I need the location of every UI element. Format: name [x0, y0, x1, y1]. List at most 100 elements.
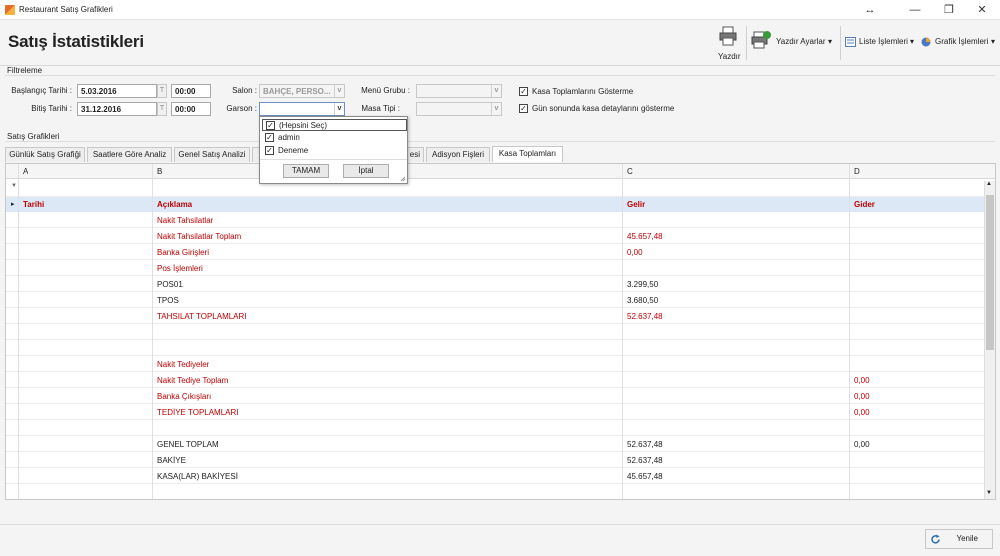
- chevron-down-icon: v: [491, 85, 501, 97]
- refresh-label: Yenile: [956, 534, 978, 543]
- scroll-down-icon[interactable]: ▼: [986, 490, 992, 496]
- start-time-input[interactable]: 00:00: [171, 84, 211, 98]
- table-row[interactable]: POS01 3.299,50: [6, 276, 986, 292]
- grid-line: [152, 164, 153, 499]
- table-type-select[interactable]: v: [416, 102, 502, 116]
- cancel-button[interactable]: İptal: [343, 164, 389, 178]
- end-date-today-button[interactable]: T: [157, 102, 167, 116]
- divider: [5, 75, 995, 76]
- divider: [0, 524, 1000, 525]
- end-date-input[interactable]: 31.12.2016: [77, 102, 157, 116]
- table-row[interactable]: BAKİYE 52.637,48: [6, 452, 986, 468]
- garson-select[interactable]: v: [259, 102, 345, 116]
- chart-ops-label: Grafik İşlemleri: [935, 37, 989, 46]
- printer-settings-icon: [751, 31, 771, 49]
- filter-row[interactable]: [6, 180, 986, 197]
- chevron-down-icon: v: [334, 85, 344, 97]
- table-cell-b: Pos İşlemleri: [157, 264, 203, 273]
- chevron-down-icon: ▾: [828, 37, 833, 46]
- table-row[interactable]: GENEL TOPLAM 52.637,48 0,00: [6, 436, 986, 452]
- menu-group-label: Menü Grubu :: [361, 86, 410, 95]
- table-cell-c: 52.637,48: [627, 440, 663, 449]
- filter-section-label: Filtreleme: [7, 66, 43, 75]
- table-cell-c: 0,00: [627, 248, 643, 257]
- dropdown-item-label: admin: [278, 133, 300, 142]
- dropdown-item-admin[interactable]: ✓ admin: [262, 132, 407, 144]
- table-row[interactable]: Pos İşlemleri: [6, 260, 986, 276]
- kasa-totals-checkbox[interactable]: ✓: [519, 87, 528, 96]
- dropdown-item-select-all[interactable]: ✓ (Hepsini Seç): [262, 119, 407, 131]
- start-date-today-button[interactable]: T: [157, 84, 167, 98]
- start-date-input[interactable]: 5.03.2016: [77, 84, 157, 98]
- tab-kasa-totals[interactable]: Kasa Toplamları: [492, 146, 563, 162]
- tab-daily-sales[interactable]: Günlük Satış Grafiği: [5, 147, 85, 162]
- table-cell-d: 0,00: [854, 408, 870, 417]
- checkbox[interactable]: ✓: [265, 146, 274, 155]
- scrollbar-thumb[interactable]: [986, 195, 994, 350]
- resize-grip-icon[interactable]: [400, 176, 406, 182]
- salon-value: BAHÇE, PERSO...: [263, 87, 331, 96]
- table-cell-b: GENEL TOPLAM: [157, 440, 219, 449]
- table-cell-b: Nakit Tahsilatlar Toplam: [157, 232, 242, 241]
- divider: [260, 159, 407, 160]
- minimize-button[interactable]: —: [906, 2, 924, 18]
- table-row[interactable]: TPOS 3.680,50: [6, 292, 986, 308]
- chevron-down-icon: v: [334, 103, 344, 115]
- refresh-button[interactable]: Yenile: [925, 529, 993, 549]
- header-cell-expense: Gider: [854, 200, 875, 209]
- chevron-down-icon: ▾: [991, 37, 996, 46]
- table-row[interactable]: Nakit Tediye Toplam 0,00: [6, 372, 986, 388]
- table-row[interactable]: [6, 324, 986, 340]
- chart-ops-button[interactable]: Grafik İşlemleri ▾: [921, 36, 997, 50]
- vertical-scrollbar[interactable]: ▲ ▼: [984, 181, 995, 499]
- tab-general-sales[interactable]: Genel Satış Analizi: [174, 147, 250, 162]
- table-cell-b: Banka Girişleri: [157, 248, 210, 257]
- print-label: Yazdır: [718, 52, 741, 61]
- end-time-input[interactable]: 00:00: [171, 102, 211, 116]
- table-row[interactable]: Nakit Tediyeler: [6, 356, 986, 372]
- list-icon: [845, 37, 856, 47]
- table-cell-d: 0,00: [854, 376, 870, 385]
- title-bar: Restaurant Satış Grafikleri ↔ — ❐ ✕: [0, 0, 1000, 20]
- dropdown-item-deneme[interactable]: ✓ Deneme: [262, 145, 407, 157]
- table-row[interactable]: TEDİYE TOPLAMLARI 0,00: [6, 404, 986, 420]
- tab-hourly-analysis[interactable]: Saatlere Göre Analiz: [87, 147, 172, 162]
- table-row[interactable]: [6, 340, 986, 356]
- checkbox[interactable]: ✓: [265, 133, 274, 142]
- checkbox[interactable]: ✓: [266, 121, 275, 130]
- table-row[interactable]: Nakit Tahsilatlar: [6, 212, 986, 228]
- expand-icon[interactable]: ↔: [861, 2, 879, 18]
- column-header-d[interactable]: D: [851, 167, 860, 176]
- table-cell-d: 0,00: [854, 392, 870, 401]
- print-settings-button[interactable]: Yazdır Ayarlar ▾: [751, 28, 835, 54]
- scroll-up-icon[interactable]: ▲: [986, 181, 992, 187]
- table-cell-b: TAHSILAT TOPLAMLARI: [157, 312, 247, 321]
- table-row[interactable]: Banka Girişleri 0,00: [6, 244, 986, 260]
- day-end-checkbox[interactable]: ✓: [519, 104, 528, 113]
- start-date-label: Başlangıç Tarihi :: [11, 86, 72, 95]
- table-row[interactable]: Banka Çıkışları 0,00: [6, 388, 986, 404]
- charts-section-label: Satış Grafikleri: [7, 132, 60, 141]
- table-cell-b: TPOS: [157, 296, 179, 305]
- header: Satış İstatistikleri Yazdır Yazdır Ayarl…: [0, 20, 1000, 66]
- grid-line: [849, 164, 850, 499]
- tab-adisyon[interactable]: Adisyon Fişleri: [426, 147, 490, 162]
- column-header-c[interactable]: C: [624, 167, 633, 176]
- print-button[interactable]: Yazdır: [713, 24, 743, 62]
- salon-select[interactable]: BAHÇE, PERSO... v: [259, 84, 345, 98]
- column-header-b[interactable]: B: [154, 167, 162, 176]
- table-row[interactable]: TAHSILAT TOPLAMLARI 52.637,48: [6, 308, 986, 324]
- table-cell-b: KASA(LAR) BAKİYESİ: [157, 472, 238, 481]
- list-ops-button[interactable]: Liste İşlemleri ▾: [845, 36, 917, 50]
- column-header-a[interactable]: A: [20, 167, 28, 176]
- table-row[interactable]: Nakit Tahsilatlar Toplam 45.657,48: [6, 228, 986, 244]
- toolbar-separator: [840, 26, 841, 60]
- close-button[interactable]: ✕: [973, 2, 991, 18]
- ok-button[interactable]: TAMAM: [283, 164, 329, 178]
- window-title: Restaurant Satış Grafikleri: [19, 5, 113, 14]
- maximize-button[interactable]: ❐: [940, 2, 958, 18]
- table-cell-c: 52.637,48: [627, 312, 663, 321]
- table-row[interactable]: [6, 420, 986, 436]
- menu-group-select[interactable]: v: [416, 84, 502, 98]
- table-row[interactable]: KASA(LAR) BAKİYESİ 45.657,48: [6, 468, 986, 484]
